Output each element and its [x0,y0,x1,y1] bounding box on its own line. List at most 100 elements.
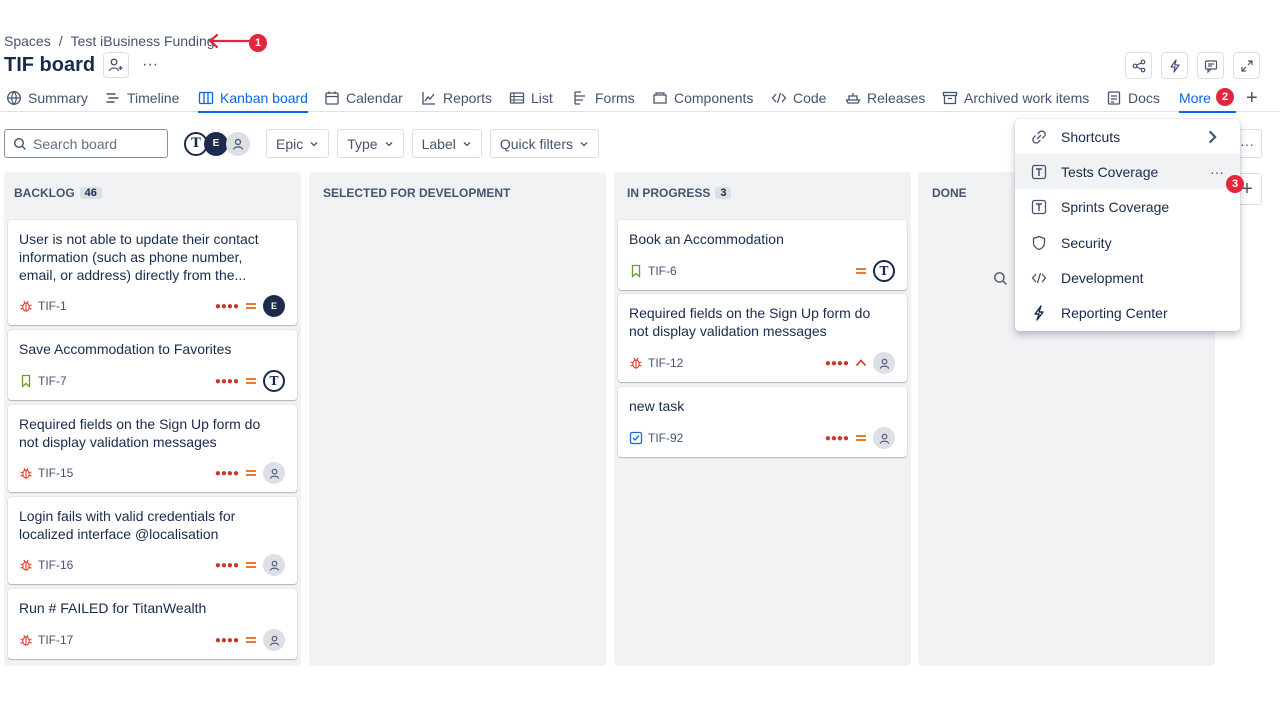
tab-releases[interactable]: Releases [845,84,925,112]
card-footer: TIF-12 ●●●● [629,352,895,374]
top-actions [1125,52,1260,79]
card-key: TIF-16 [38,558,74,572]
tab-components[interactable]: Components [652,84,753,112]
automation-button[interactable] [1161,52,1188,79]
assignee-avatar[interactable]: T [263,370,285,392]
card-footer: TIF-92 ●●●● [629,427,895,449]
add-people-button[interactable] [103,52,130,78]
tab-code[interactable]: Code [771,84,826,112]
task-checkbox-icon [629,431,643,445]
tab-kanban-board[interactable]: Kanban board [198,84,308,113]
assignee-avatar[interactable] [873,352,895,374]
tab-label: Releases [867,90,926,106]
avatar-e[interactable]: E [204,131,228,156]
card[interactable]: Save Accommodation to Favorites TIF-7 ●●… [8,330,297,400]
card-title: Run # FAILED for TitanWealth [19,600,207,616]
card[interactable]: Book an Accommodation TIF-6 T [618,220,907,290]
breadcrumb-spaces[interactable]: Spaces [4,33,51,49]
tab-label: Kanban board [220,90,308,106]
card-footer: TIF-15 ●●●● [19,462,285,484]
story-points-dots: ●●●● [824,432,849,444]
user-icon [879,358,889,369]
search-input[interactable] [33,135,153,152]
label-filter[interactable]: Label [411,129,482,158]
breadcrumb-separator: / [58,33,63,49]
card-key: TIF-6 [648,264,677,278]
tab-reports[interactable]: Reports [421,84,492,112]
tab-docs[interactable]: Docs [1106,84,1160,112]
card-title: User is not able to update their contact… [19,231,259,283]
share-button[interactable] [1125,52,1152,79]
chevron-down-icon [463,141,471,146]
menu-item-tests-coverage[interactable]: Tests Coverage ··· [1015,154,1240,189]
tab-summary[interactable]: Summary [6,84,88,112]
priority-medium-icon [246,378,256,384]
card-title: new task [629,398,685,414]
assignee-avatar[interactable] [873,427,895,449]
column-title: BACKLOG [14,186,75,200]
add-tab-button[interactable]: + [1246,84,1258,112]
menu-item-reporting-center[interactable]: Reporting Center [1015,295,1240,330]
tab-calendar[interactable]: Calendar [324,84,403,112]
card-footer: TIF-6 T [629,260,895,282]
tab-archived-work-items[interactable]: Archived work items [942,84,1089,112]
tab-label: Reports [443,90,493,106]
assignee-avatar[interactable] [263,462,285,484]
card[interactable]: User is not able to update their contact… [8,220,297,325]
user-icon [879,433,889,444]
card-key: TIF-12 [648,356,684,370]
card-title: Required fields on the Sign Up form do n… [629,305,871,339]
priority-medium-icon [246,470,256,476]
user-icon [232,138,244,150]
card-title: Save Accommodation to Favorites [19,341,232,357]
bug-icon [20,467,32,479]
column-header: DONE [932,186,967,200]
fullscreen-button[interactable] [1233,52,1260,79]
avatar-filter: T E [184,131,250,156]
doc-icon [1107,91,1121,105]
annotation-badge-1: 1 [249,34,267,52]
card[interactable]: new task TIF-92 ●●●● [618,387,907,457]
bolt-icon [1034,304,1044,321]
card-key: TIF-92 [648,431,684,445]
card[interactable]: Login fails with valid credentials for l… [8,497,297,584]
menu-item-security[interactable]: Security [1015,225,1240,260]
tab-forms[interactable]: Forms [573,84,635,112]
card-footer: TIF-7 ●●●● T [19,370,285,392]
empty-search-icon [994,272,1007,285]
plus-icon: + [1246,86,1258,109]
filter-label: Quick filters [499,135,573,152]
lightning-icon [1169,58,1180,73]
chevron-down-icon [385,141,393,146]
bug-icon [20,559,32,571]
breadcrumb-project[interactable]: Test iBusiness Funding [71,33,215,49]
menu-item-sprints-coverage[interactable]: Sprints Coverage [1015,189,1240,224]
list-icon [509,92,525,104]
user-icon [269,468,279,479]
assignee-avatar[interactable]: T [873,260,895,282]
search-board[interactable] [4,129,168,158]
tab-list[interactable]: List [509,84,553,112]
type-filter[interactable]: Type [337,129,404,158]
ellipsis-icon[interactable]: ··· [1210,164,1224,180]
menu-item-development[interactable]: Development [1015,260,1240,295]
tab-label: More [1179,90,1211,106]
annotation-arrow-1 [208,33,251,49]
avatar-unassigned[interactable] [226,131,250,156]
assignee-avatar[interactable]: E [263,295,285,317]
feedback-button[interactable] [1197,52,1224,79]
assignee-avatar[interactable] [263,554,285,576]
epic-filter[interactable]: Epic [266,129,330,158]
card[interactable]: Run # FAILED for TitanWealth TIF-17 ●●●● [8,589,297,659]
more-actions-button[interactable]: ··· [137,52,163,78]
card[interactable]: Required fields on the Sign Up form do n… [8,405,297,492]
card-key: TIF-7 [38,374,67,388]
card[interactable]: Required fields on the Sign Up form do n… [618,294,907,382]
share-icon [1132,59,1145,72]
menu-item-shortcuts[interactable]: Shortcuts [1015,119,1240,154]
card-title: Book an Accommodation [629,231,784,247]
tab-timeline[interactable]: Timeline [105,84,179,112]
quick-filters[interactable]: Quick filters [489,129,599,158]
assignee-avatar[interactable] [263,629,285,651]
priority-medium-icon [856,268,866,274]
